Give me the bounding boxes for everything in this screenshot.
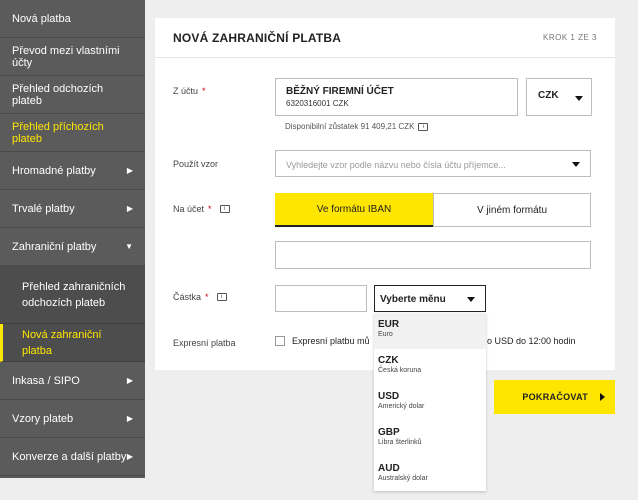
caret-down-icon [467,297,475,302]
info-icon[interactable]: i [219,205,230,213]
express-label: Expresní platba [173,338,236,348]
info-icon[interactable]: i [418,122,429,131]
sidebar-item-bulk-payments[interactable]: Hromadné platby ▶ [0,152,145,190]
account-name: BĚŽNÝ FIREMNÍ ÚČET [286,86,394,97]
account-currency-value: CZK [538,90,559,101]
sidebar-item-label: Nová platba [12,12,71,25]
sidebar-item-new-payment[interactable]: Nová platba [0,0,145,38]
amount-label: Částka * i [173,292,227,302]
currency-select-value: Vyberte měnu [380,294,446,305]
card-header: NOVÁ ZAHRANIČNÍ PLATBA KROK 1 ZE 3 [155,18,615,58]
caret-down-icon [572,162,580,167]
tab-iban-format[interactable]: Ve formátu IBAN [275,193,433,227]
tab-other-format[interactable]: V jiném formátu [433,193,591,227]
sidebar-item-label: Přehled odchozích plateb [12,82,104,107]
caret-down-icon [575,96,583,101]
template-label: Použít vzor [173,159,219,169]
sidebar-item-incoming-overview[interactable]: Přehled příchozích plateb [0,114,145,152]
sidebar-item-foreign-payments[interactable]: Zahraniční platby ▼ [0,228,145,266]
template-search-select[interactable]: Vyhledejte vzor podle názvu nebo čísla ú… [275,150,591,177]
currency-option-gbp[interactable]: GBP Libra šterlinků [374,421,486,457]
chevron-right-icon: ▶ [126,376,133,385]
page-title: NOVÁ ZAHRANIČNÍ PLATBA [173,30,342,45]
sidebar-item-label: Přehled příchozích plateb [12,120,104,145]
to-account-label: Na účet * i [173,204,230,214]
chevron-right-icon: ▶ [126,166,133,175]
sidebar-item-label: Přehled zahraničních odchozích plateb [22,280,126,309]
currency-dropdown-list: EUR Euro CZK Česká koruna USD Americký d… [374,313,486,491]
express-text-right: o USD do 12:00 hodin [487,336,576,346]
sidebar-item-label: Nová zahraniční platba [22,328,102,357]
from-account-label: Z účtu * [173,86,206,96]
chevron-right-icon: ▶ [126,204,133,213]
express-checkbox[interactable] [275,336,285,346]
express-text-left: Expresní platbu mů [292,336,370,346]
available-balance: Disponibilní zůstatek 91 409,21 CZK i [285,122,429,131]
sidebar: Nová platba Převod mezi vlastními účty P… [0,0,145,478]
sidebar-item-label: Konverze a další platby [12,450,127,463]
sidebar-item-payment-templates[interactable]: Vzory plateb ▶ [0,400,145,438]
sidebar-item-label: Zahraniční platby [12,240,97,253]
sidebar-item-own-transfer[interactable]: Převod mezi vlastními účty [0,38,145,76]
currency-select[interactable]: Vyberte měnu [374,285,486,312]
currency-option-usd[interactable]: USD Americký dolar [374,385,486,421]
sidebar-item-standing-orders[interactable]: Trvalé platby ▶ [0,190,145,228]
iban-input[interactable] [275,241,591,269]
continue-button[interactable]: POKRAČOVAT [494,380,615,414]
template-placeholder: Vyhledejte vzor podle názvu nebo čísla ú… [286,160,506,170]
sidebar-item-label: Převod mezi vlastními účty [12,44,120,69]
sidebar-subitem-new-foreign-payment[interactable]: Nová zahraniční platba [0,324,145,362]
sidebar-item-outgoing-overview[interactable]: Přehled odchozích plateb [0,76,145,114]
arrow-right-icon [600,393,605,401]
currency-option-eur[interactable]: EUR Euro [374,313,486,349]
sidebar-item-label: Vzory plateb [12,412,74,425]
info-icon[interactable]: i [216,293,227,301]
account-number: 6320316001 CZK [286,99,349,108]
account-currency-select[interactable]: CZK [526,78,592,116]
chevron-right-icon: ▶ [126,452,133,461]
sidebar-item-label: Hromadné platby [12,164,96,177]
sidebar-item-label: Inkasa / SIPO [12,374,80,387]
sidebar-item-direct-debit[interactable]: Inkasa / SIPO ▶ [0,362,145,400]
from-account-select[interactable]: BĚŽNÝ FIREMNÍ ÚČET 6320316001 CZK [275,78,518,116]
currency-option-aud[interactable]: AUD Australský dolar [374,457,486,491]
amount-input[interactable] [275,285,367,312]
chevron-down-icon: ▼ [125,242,133,251]
sidebar-item-conversions[interactable]: Konverze a další platby ▶ [0,438,145,476]
sidebar-subitem-foreign-outgoing-overview[interactable]: Přehled zahraničních odchozích plateb [0,266,145,324]
chevron-right-icon: ▶ [126,414,133,423]
currency-option-czk[interactable]: CZK Česká koruna [374,349,486,385]
sidebar-item-label: Trvalé platby [12,202,75,215]
step-indicator: KROK 1 ZE 3 [543,33,597,42]
